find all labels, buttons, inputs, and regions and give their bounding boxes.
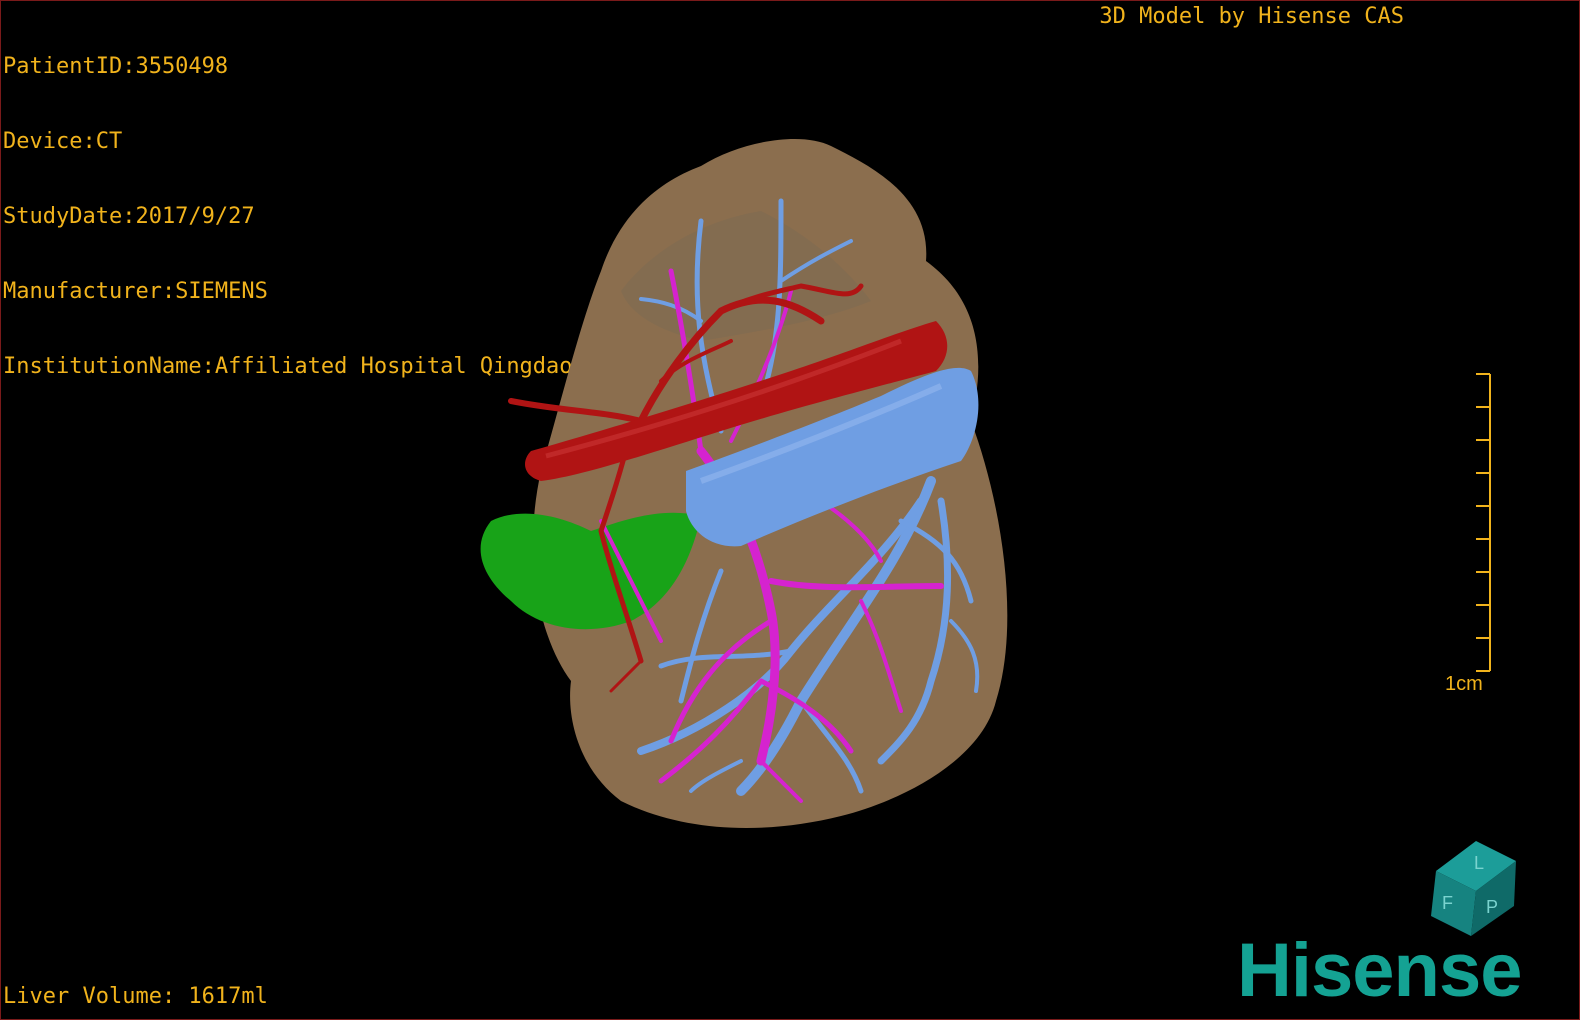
hisense-logo: Hisense [1237, 928, 1522, 1013]
orientation-cube[interactable]: F L P [1416, 831, 1536, 941]
liver-volume-text: Liver Volume: 1617ml [3, 984, 268, 1009]
cube-face-p: P [1486, 897, 1498, 917]
cube-face-l: L [1474, 853, 1484, 873]
3d-viewport[interactable]: PatientID:3550498 Device:CT StudyDate:20… [0, 0, 1580, 1020]
cube-face-f: F [1442, 893, 1453, 913]
liver-3d-model[interactable] [1, 1, 1579, 1019]
scale-bar-label: 1cm [1445, 673, 1483, 695]
scale-bar [1476, 373, 1491, 672]
